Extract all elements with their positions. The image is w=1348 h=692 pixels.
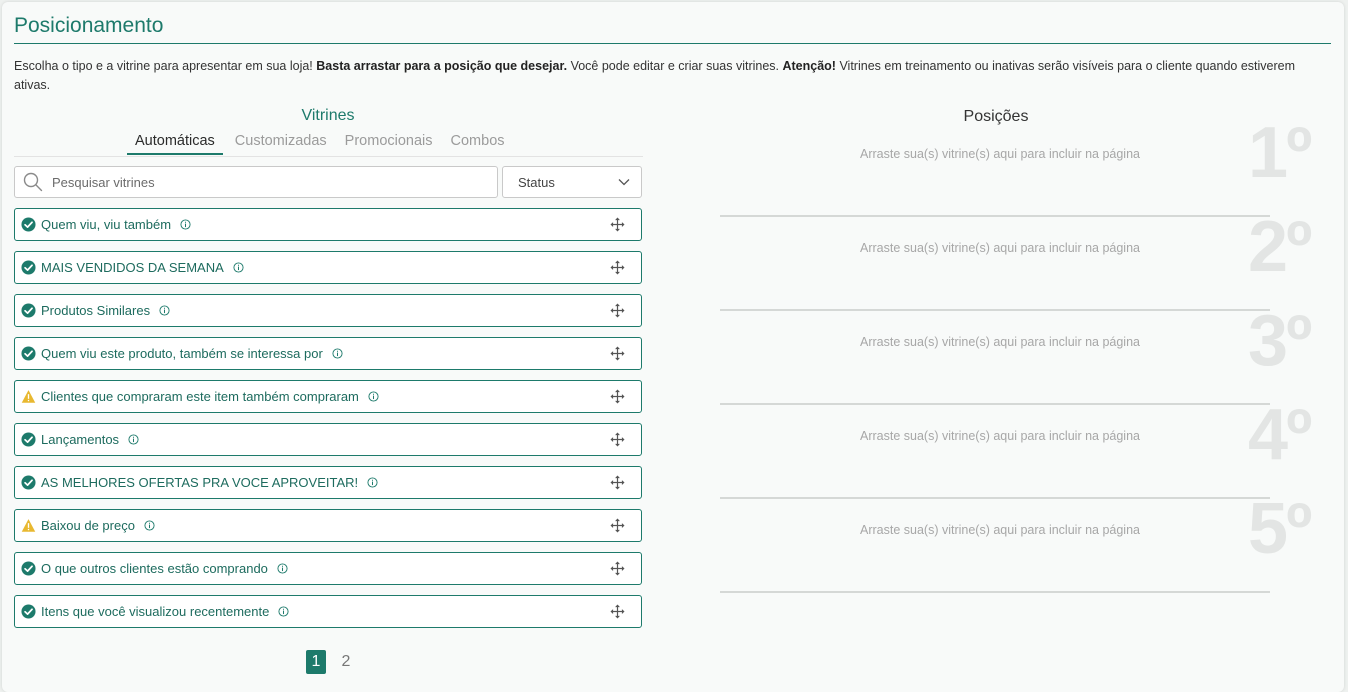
position-slot-5[interactable]: 5º Arraste sua(s) vitrine(s) aqui para i…	[720, 489, 1312, 593]
move-arrows-icon[interactable]	[610, 432, 625, 447]
tab-combos[interactable]: Combos	[445, 133, 511, 155]
vitrine-item[interactable]: MAIS VENDIDOS DA SEMANA	[14, 251, 642, 284]
slot-divider	[720, 591, 1270, 593]
info-icon[interactable]	[278, 606, 289, 617]
check-circle-icon	[21, 561, 36, 576]
search-box	[14, 166, 498, 198]
vitrines-heading: Vitrines	[301, 107, 355, 124]
info-icon[interactable]	[128, 434, 139, 445]
vitrine-item[interactable]: Baixou de preço	[14, 509, 642, 542]
check-circle-icon	[21, 432, 36, 447]
move-arrows-icon[interactable]	[610, 217, 625, 232]
info-icon[interactable]	[367, 477, 378, 488]
description-drag-hint: Basta arrastar para a posição que deseja…	[316, 59, 568, 73]
vitrine-item-label: Baixou de preço	[41, 518, 135, 533]
move-arrows-icon[interactable]	[610, 561, 625, 576]
page-2-button[interactable]: 2	[336, 650, 356, 674]
tab-automaticas[interactable]: Automáticas	[127, 133, 223, 155]
pagination: 1 2	[306, 650, 366, 674]
vitrine-item-label: Lançamentos	[41, 432, 120, 447]
drop-hint: Arraste sua(s) vitrine(s) aqui para incl…	[860, 335, 1140, 349]
check-circle-icon	[21, 260, 36, 275]
vitrine-item-label: AS MELHORES OFERTAS PRA VOCE APROVEITAR!	[41, 475, 359, 490]
search-icon	[23, 172, 43, 192]
vitrine-item[interactable]: Lançamentos	[14, 423, 642, 456]
page-title: Posicionamento	[14, 14, 164, 37]
position-slot-3[interactable]: 3º Arraste sua(s) vitrine(s) aqui para i…	[720, 301, 1312, 405]
check-circle-icon	[21, 604, 36, 619]
vitrine-item-label: Itens que você visualizou recentemente	[41, 604, 270, 619]
info-icon[interactable]	[277, 563, 288, 574]
move-arrows-icon[interactable]	[610, 604, 625, 619]
title-divider	[14, 43, 1331, 44]
move-arrows-icon[interactable]	[610, 346, 625, 361]
drop-hint: Arraste sua(s) vitrine(s) aqui para incl…	[860, 147, 1140, 161]
status-select-value: Status	[518, 174, 555, 190]
info-icon[interactable]	[144, 520, 155, 531]
vitrine-tabs: Automáticas Customizadas Promocionais Co…	[127, 133, 517, 157]
info-icon[interactable]	[233, 262, 244, 273]
vitrine-item-label: MAIS VENDIDOS DA SEMANA	[41, 260, 224, 275]
position-slot-4[interactable]: 4º Arraste sua(s) vitrine(s) aqui para i…	[720, 395, 1312, 499]
vitrine-item[interactable]: Quem viu, viu também	[14, 208, 642, 241]
drop-hint: Arraste sua(s) vitrine(s) aqui para incl…	[860, 241, 1140, 255]
status-select[interactable]: Status	[502, 166, 642, 198]
vitrine-item[interactable]: Quem viu este produto, também se interes…	[14, 337, 642, 370]
page-description: Escolha o tipo e a vitrine para apresent…	[14, 57, 1314, 95]
vitrine-item[interactable]: Produtos Similares	[14, 294, 642, 327]
position-slot-1[interactable]: 1º Arraste sua(s) vitrine(s) aqui para i…	[720, 113, 1312, 217]
info-icon[interactable]	[159, 305, 170, 316]
vitrine-item-label: Quem viu este produto, também se interes…	[41, 346, 323, 361]
vitrine-item-label: O que outros clientes estão comprando	[41, 561, 268, 576]
vitrine-item[interactable]: AS MELHORES OFERTAS PRA VOCE APROVEITAR!	[14, 466, 642, 499]
warning-triangle-icon	[21, 519, 36, 532]
check-circle-icon	[21, 217, 36, 232]
position-slot-2[interactable]: 2º Arraste sua(s) vitrine(s) aqui para i…	[720, 207, 1312, 311]
description-intro: Escolha o tipo e a vitrine para apresent…	[14, 59, 317, 73]
drop-hint: Arraste sua(s) vitrine(s) aqui para incl…	[860, 429, 1140, 443]
info-icon[interactable]	[180, 219, 191, 230]
search-input[interactable]	[52, 174, 472, 190]
move-arrows-icon[interactable]	[610, 389, 625, 404]
move-arrows-icon[interactable]	[610, 518, 625, 533]
vitrine-item-label: Clientes que compraram este item também …	[41, 389, 359, 404]
vitrine-item[interactable]: Itens que você visualizou recentemente	[14, 595, 642, 628]
positioning-panel: Posicionamento Escolha o tipo e a vitrin…	[2, 2, 1344, 692]
tabs-divider	[14, 156, 643, 157]
check-circle-icon	[21, 303, 36, 318]
tab-customizadas[interactable]: Customizadas	[229, 133, 333, 155]
warning-triangle-icon	[21, 390, 36, 403]
description-attention: Atenção!	[782, 59, 836, 73]
description-edit: Você pode editar e criar suas vitrines.	[567, 59, 783, 73]
vitrine-item-label: Quem viu, viu também	[41, 217, 172, 232]
info-icon[interactable]	[332, 348, 343, 359]
move-arrows-icon[interactable]	[610, 303, 625, 318]
move-arrows-icon[interactable]	[610, 475, 625, 490]
drop-hint: Arraste sua(s) vitrine(s) aqui para incl…	[860, 523, 1140, 537]
info-icon[interactable]	[368, 391, 379, 402]
chevron-down-icon	[618, 179, 630, 186]
vitrine-item[interactable]: Clientes que compraram este item também …	[14, 380, 642, 413]
vitrine-list: Quem viu, viu também MAIS VENDIDOS DA SEM…	[14, 208, 642, 638]
tab-promocionais[interactable]: Promocionais	[339, 133, 439, 155]
move-arrows-icon[interactable]	[610, 260, 625, 275]
vitrine-item-label: Produtos Similares	[41, 303, 151, 318]
check-circle-icon	[21, 346, 36, 361]
vitrine-item[interactable]: O que outros clientes estão comprando	[14, 552, 642, 585]
check-circle-icon	[21, 475, 36, 490]
page-1-button[interactable]: 1	[306, 650, 326, 674]
